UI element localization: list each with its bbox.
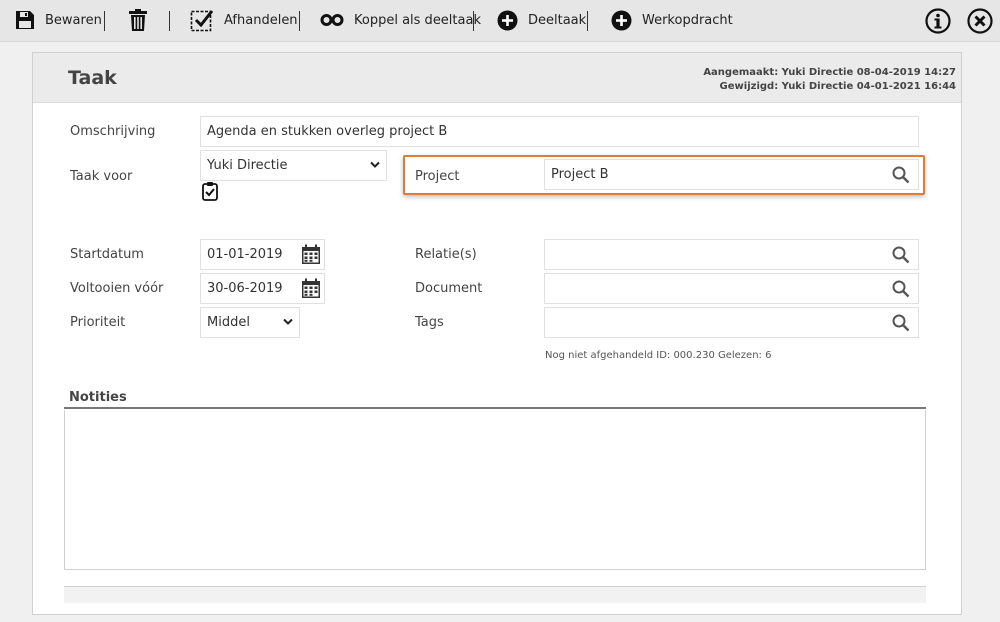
subtask-label: Deeltaak — [528, 12, 587, 28]
tags-input[interactable] — [544, 307, 919, 338]
notes-textarea[interactable] — [64, 410, 926, 570]
save-label: Bewaren — [45, 12, 102, 28]
priority-value: Middel — [207, 315, 250, 330]
clipboard-check-icon[interactable] — [202, 181, 218, 201]
checkbox-icon — [190, 10, 214, 32]
toolbar-divider — [299, 11, 300, 31]
toolbar-divider — [473, 11, 474, 31]
task-for-label: Taak voor — [70, 169, 133, 184]
task-for-select[interactable]: Yuki Directie — [200, 150, 387, 181]
subtask-button[interactable]: Deeltaak — [497, 0, 586, 40]
toolbar-divider — [104, 11, 105, 31]
priority-label: Prioriteit — [70, 315, 126, 330]
due-date-label: Voltooien vóór — [70, 281, 164, 296]
status-note: Nog niet afgehandeld ID: 000.230 Gelezen… — [545, 350, 772, 361]
description-input[interactable] — [200, 116, 919, 147]
calendar-icon[interactable] — [301, 278, 321, 299]
project-value: Project B — [551, 167, 609, 182]
due-date-input[interactable]: 30-06-2019 — [200, 273, 325, 304]
link-subtask-label: Koppel als deeltaak — [354, 12, 481, 28]
search-icon[interactable] — [892, 166, 910, 184]
chevron-down-icon — [283, 318, 293, 325]
audit-info: Aangemaakt: Yuki Directie 08-04-2019 14:… — [703, 66, 956, 94]
plus-circle-icon — [611, 10, 632, 30]
chevron-down-icon — [370, 161, 380, 168]
card-header: Taak Aangemaakt: Yuki Directie 08-04-201… — [33, 53, 961, 103]
document-input[interactable] — [544, 273, 919, 304]
relations-label: Relatie(s) — [415, 247, 477, 262]
page-title: Taak — [68, 67, 117, 89]
notes-label: Notities — [69, 390, 127, 405]
project-input[interactable]: Project B — [544, 159, 919, 190]
toolbar-divider — [169, 11, 170, 31]
modified-info: Gewijzigd: Yuki Directie 04-01-2021 16:4… — [719, 81, 956, 92]
start-date-label: Startdatum — [70, 247, 144, 262]
relations-input[interactable] — [544, 239, 919, 270]
project-label: Project — [415, 169, 460, 184]
calendar-icon[interactable] — [301, 244, 321, 265]
plus-circle-icon — [497, 10, 518, 30]
tags-label: Tags — [415, 315, 444, 330]
complete-button[interactable]: Afhandelen — [190, 0, 298, 40]
save-icon — [16, 11, 34, 29]
delete-button[interactable] — [128, 0, 148, 40]
close-icon[interactable] — [967, 8, 993, 34]
save-button[interactable]: Bewaren — [15, 0, 102, 40]
trash-icon — [129, 9, 147, 31]
document-label: Document — [415, 281, 483, 296]
toolbar-divider — [587, 11, 588, 31]
task-card: Taak Aangemaakt: Yuki Directie 08-04-201… — [32, 52, 962, 615]
start-date-input[interactable]: 01-01-2019 — [200, 239, 325, 270]
infinity-icon — [320, 14, 344, 26]
notes-divider — [64, 407, 926, 409]
footer-bar — [64, 586, 926, 603]
search-icon[interactable] — [892, 246, 910, 264]
link-subtask-button[interactable]: Koppel als deeltaak — [320, 0, 481, 40]
created-info: Aangemaakt: Yuki Directie 08-04-2019 14:… — [703, 67, 956, 78]
description-input-field[interactable] — [207, 117, 912, 146]
due-date-value: 30-06-2019 — [207, 281, 283, 296]
description-label: Omschrijving — [70, 124, 156, 139]
workorder-button[interactable]: Werkopdracht — [611, 0, 733, 40]
info-icon[interactable] — [925, 8, 951, 34]
workorder-label: Werkopdracht — [642, 12, 733, 28]
task-for-value: Yuki Directie — [207, 158, 288, 173]
search-icon[interactable] — [892, 280, 910, 298]
start-date-value: 01-01-2019 — [207, 247, 283, 262]
toolbar: Bewaren Afhandelen Koppel als deeltaak D… — [0, 0, 1000, 42]
priority-select[interactable]: Middel — [200, 307, 300, 338]
search-icon[interactable] — [892, 314, 910, 332]
complete-label: Afhandelen — [224, 12, 298, 28]
